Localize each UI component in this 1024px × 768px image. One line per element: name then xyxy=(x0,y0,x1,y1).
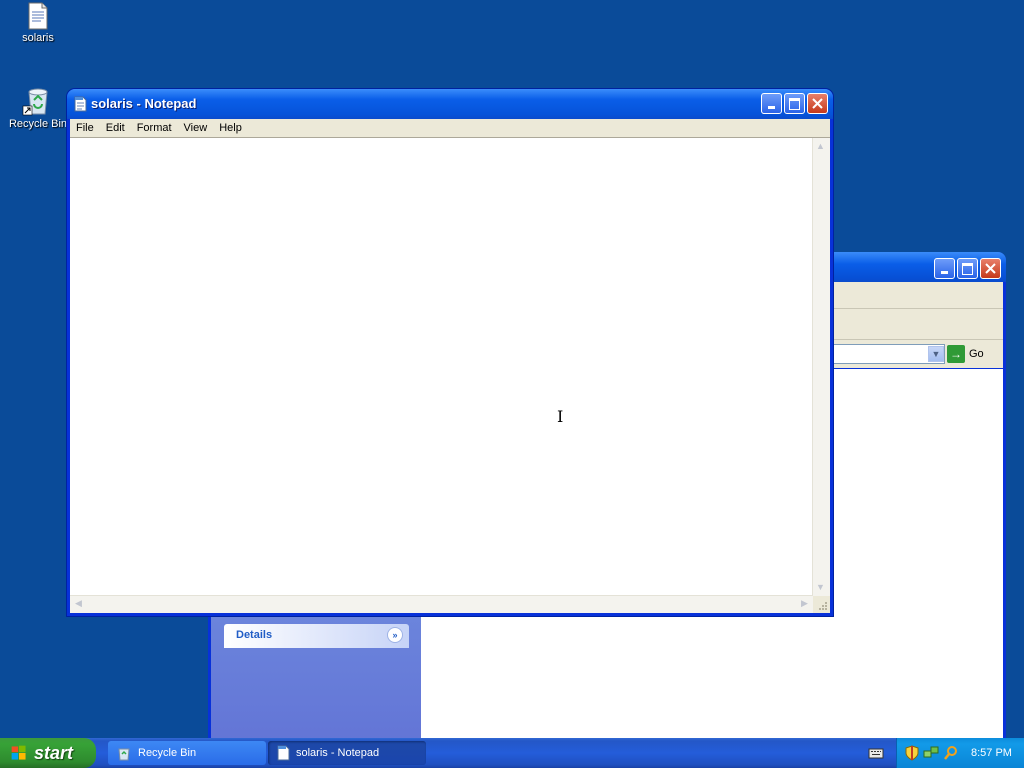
taskbar-item-label: solaris - Notepad xyxy=(296,747,380,759)
menu-format[interactable]: Format xyxy=(131,122,178,134)
minimize-icon xyxy=(768,106,775,109)
desktop-icon-solaris[interactable]: solaris xyxy=(0,2,76,44)
keyboard-icon[interactable] xyxy=(868,746,884,760)
go-arrow-icon: → xyxy=(947,345,965,363)
desktop-icon-label: solaris xyxy=(22,32,54,44)
menu-file[interactable]: File xyxy=(70,122,100,134)
menu-edit[interactable]: Edit xyxy=(100,122,131,134)
minimize-button[interactable] xyxy=(934,258,955,279)
taskbar: start Recycle Bin solaris - Notepad 8:57… xyxy=(0,738,1024,768)
scroll-down-icon[interactable]: ▼ xyxy=(813,580,828,595)
scroll-left-icon[interactable]: ◀ xyxy=(71,596,86,611)
start-label: start xyxy=(34,742,74,763)
close-button[interactable] xyxy=(807,93,828,114)
notepad-titlebar[interactable]: solaris - Notepad xyxy=(67,89,833,119)
taskbar-item-label: Recycle Bin xyxy=(138,747,197,759)
menu-help[interactable]: Help xyxy=(213,122,248,134)
notepad-icon xyxy=(74,96,87,112)
minimize-button[interactable] xyxy=(761,93,782,114)
scroll-right-icon[interactable]: ▶ xyxy=(797,596,812,611)
minimize-icon xyxy=(941,271,948,274)
start-button[interactable]: start xyxy=(0,738,96,768)
notepad-icon xyxy=(277,745,290,761)
horizontal-scrollbar[interactable]: ◀ ▶ xyxy=(70,595,813,613)
windows-logo-icon xyxy=(11,745,26,760)
clock[interactable]: 8:57 PM xyxy=(971,747,1012,759)
close-button[interactable] xyxy=(980,258,1001,279)
recycle-bin-icon xyxy=(22,88,48,116)
desktop-icon-label: Recycle Bin xyxy=(8,118,68,130)
system-tray: 8:57 PM xyxy=(896,738,1024,768)
scroll-up-icon[interactable]: ▲ xyxy=(813,139,828,154)
recycle-bin-icon xyxy=(118,748,130,761)
desktop-icon-recycle-bin[interactable]: Recycle Bin xyxy=(0,84,76,130)
details-label: Details xyxy=(236,629,273,641)
text-editor-area[interactable]: I ▲ ▼ ◀ ▶ xyxy=(70,137,830,613)
close-icon xyxy=(812,98,823,109)
taskbar-item-notepad[interactable]: solaris - Notepad xyxy=(268,741,426,765)
resize-grip-icon[interactable] xyxy=(813,596,830,613)
vertical-scrollbar[interactable]: ▲ ▼ xyxy=(812,138,830,596)
expand-icon[interactable]: » xyxy=(387,627,403,643)
details-panel-header[interactable]: Details » xyxy=(224,624,409,648)
notepad-window[interactable]: solaris - Notepad File Edit Format View … xyxy=(67,89,833,616)
window-title: solaris - Notepad xyxy=(91,96,197,111)
go-label: Go xyxy=(969,348,984,360)
search-icon[interactable] xyxy=(943,745,959,761)
close-icon xyxy=(985,263,996,274)
chevron-down-icon[interactable]: ▼ xyxy=(928,346,944,362)
text-document-icon xyxy=(28,2,48,30)
security-shield-icon[interactable] xyxy=(905,745,919,761)
maximize-icon xyxy=(962,262,973,275)
network-icon[interactable] xyxy=(923,745,939,761)
text-cursor-icon: I xyxy=(557,407,564,426)
maximize-button[interactable] xyxy=(784,93,805,114)
taskbar-item-recycle-bin[interactable]: Recycle Bin xyxy=(108,741,266,765)
go-button[interactable]: → Go xyxy=(947,344,999,364)
maximize-icon xyxy=(789,97,800,110)
menu-view[interactable]: View xyxy=(178,122,214,134)
notepad-menubar: File Edit Format View Help xyxy=(70,119,830,137)
maximize-button[interactable] xyxy=(957,258,978,279)
